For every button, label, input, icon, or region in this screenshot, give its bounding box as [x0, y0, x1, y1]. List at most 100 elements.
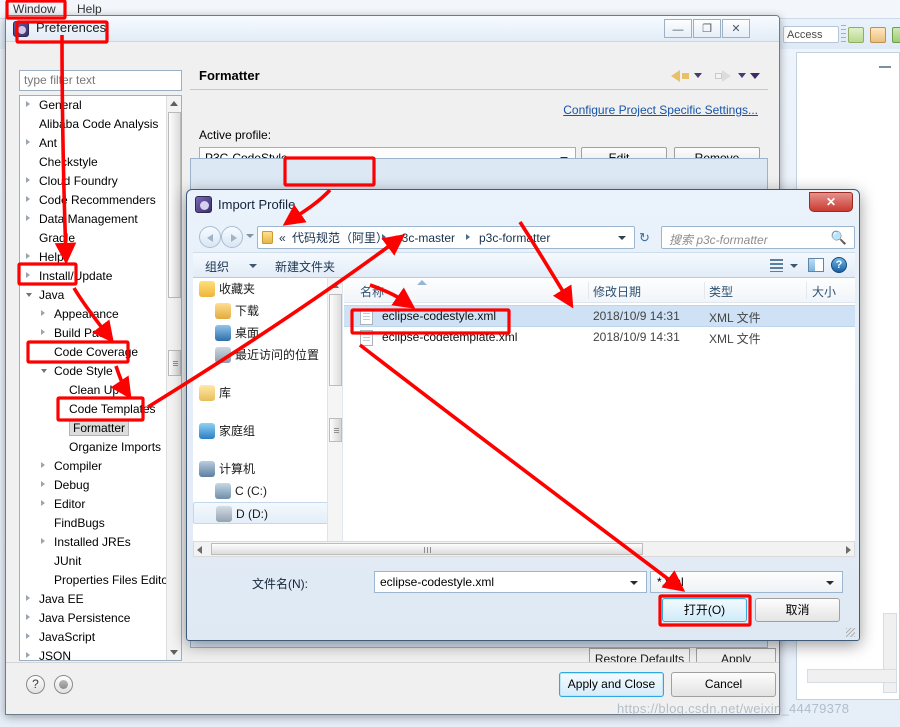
scroll-up-icon[interactable] — [331, 283, 339, 288]
import-dialog-close-button[interactable]: ✕ — [809, 192, 853, 212]
tree-item-code-coverage[interactable]: Code Coverage — [20, 343, 168, 362]
tree-item-organize-imports[interactable]: Organize Imports — [20, 438, 168, 457]
tree-item-debug[interactable]: Debug — [20, 476, 168, 495]
tree-item-gradle[interactable]: Gradle — [20, 229, 168, 248]
refresh-icon[interactable]: ↻ — [639, 230, 655, 246]
toolbar-drag-handle[interactable] — [841, 25, 846, 44]
help-icon[interactable]: ? — [831, 257, 847, 273]
column-header-date[interactable]: 修改日期 — [593, 283, 641, 300]
nav-item-homegroup[interactable]: 家庭组 — [193, 420, 342, 442]
nav-pane-scrollbar[interactable] — [327, 278, 342, 555]
chevron-right-icon[interactable] — [26, 101, 30, 107]
record-icon[interactable] — [54, 675, 73, 694]
filter-input[interactable]: type filter text — [19, 70, 182, 91]
resize-grip[interactable] — [846, 628, 855, 637]
tree-item-checkstyle[interactable]: Checkstyle — [20, 153, 168, 172]
chevron-right-icon[interactable] — [41, 481, 45, 487]
preferences-titlebar[interactable]: Preferences — ❐ ✕ — [6, 16, 779, 42]
apply-and-close-button[interactable]: Apply and Close — [559, 672, 664, 697]
scroll-left-icon[interactable] — [197, 546, 202, 554]
file-row[interactable]: eclipse-codetemplate.xml 2018/10/9 14:31 X… — [344, 327, 855, 349]
recent-locations-icon[interactable] — [246, 234, 254, 238]
chevron-right-icon[interactable] — [26, 177, 30, 183]
tree-item-appearance[interactable]: Appearance — [20, 305, 168, 324]
view-mode-chevron-icon[interactable] — [790, 264, 798, 268]
cancel-button[interactable]: Cancel — [671, 672, 776, 697]
editor-minimize-icon[interactable] — [879, 58, 891, 68]
explorer-nav-pane[interactable]: 收藏夹 下载 桌面 最近访问的位置库家庭组 计算机 C (C:) D (D:) — [193, 278, 343, 555]
breadcrumb-1[interactable]: p3c-master — [395, 231, 455, 246]
tree-item-code-style[interactable]: Code Style — [20, 362, 168, 381]
nav-item-recent[interactable]: 最近访问的位置 — [193, 344, 342, 366]
back-dropdown-icon[interactable] — [694, 73, 702, 78]
filename-input[interactable]: eclipse-codestyle.xml — [374, 571, 647, 593]
column-header-name[interactable]: 名称 — [360, 283, 384, 300]
chevron-down-icon[interactable] — [26, 293, 32, 297]
tree-scroll-thumb[interactable] — [168, 112, 181, 298]
column-divider-1[interactable] — [588, 282, 589, 299]
breadcrumb-2[interactable]: p3c-formatter — [479, 231, 550, 246]
tree-item-java-ee[interactable]: Java EE — [20, 590, 168, 609]
perspective-icon-1[interactable] — [848, 27, 864, 43]
chevron-right-icon[interactable] — [26, 595, 30, 601]
chevron-right-icon[interactable] — [26, 633, 30, 639]
scroll-up-icon[interactable] — [170, 101, 178, 106]
tree-item-compiler[interactable]: Compiler — [20, 457, 168, 476]
tree-item-alibaba-code-analysis[interactable]: Alibaba Code Analysis — [20, 115, 168, 134]
address-dropdown-icon[interactable] — [618, 236, 626, 240]
address-bar[interactable]: « 代码规范（阿里） p3c-master p3c-formatter — [257, 226, 635, 249]
chevron-right-icon[interactable] — [41, 462, 45, 468]
nav-scroll-thumb-grip[interactable] — [329, 418, 342, 442]
chevron-right-icon[interactable] — [26, 139, 30, 145]
perspective-icon-3[interactable] — [892, 27, 900, 43]
column-header-size[interactable]: 大小 — [812, 283, 836, 300]
tree-vertical-scrollbar[interactable] — [166, 96, 181, 660]
tree-scroll-thumb-grip[interactable] — [168, 350, 181, 376]
preferences-tree[interactable]: General Alibaba Code Analysis Ant Checkstyl… — [19, 95, 182, 661]
import-dialog-titlebar[interactable]: Import Profile ✕ — [187, 190, 859, 220]
chevron-right-icon[interactable] — [26, 272, 30, 278]
quick-access-field[interactable]: Access — [783, 26, 839, 43]
nav-item-desktop[interactable]: 桌面 — [193, 322, 342, 344]
nav-item-computer[interactable]: 计算机 — [193, 458, 342, 480]
chevron-right-icon[interactable] — [26, 652, 30, 658]
forward-dropdown-icon[interactable] — [738, 73, 746, 78]
file-row[interactable]: eclipse-codestyle.xml 2018/10/9 14:31 XML … — [344, 305, 855, 327]
forward-arrow-icon[interactable] — [722, 70, 731, 82]
help-icon[interactable]: ? — [26, 675, 45, 694]
chevron-right-icon[interactable] — [41, 329, 45, 335]
tree-item-build-path[interactable]: Build Path — [20, 324, 168, 343]
chevron-right-icon[interactable] — [41, 500, 45, 506]
tree-item-properties-files-editor[interactable]: Properties Files Editor — [20, 571, 172, 590]
tree-item-javascript[interactable]: JavaScript — [20, 628, 168, 647]
open-button[interactable]: 打开(O) — [662, 598, 747, 622]
tree-item-help[interactable]: Help — [20, 248, 168, 267]
tree-item-install-update[interactable]: Install/Update — [20, 267, 168, 286]
column-divider-2[interactable] — [704, 282, 705, 299]
file-list-hscroll-thumb[interactable] — [211, 543, 643, 555]
tree-item-clean-up[interactable]: Clean Up — [20, 381, 168, 400]
configure-project-settings-link[interactable]: Configure Project Specific Settings... — [563, 103, 758, 117]
tree-item-cloud-foundry[interactable]: Cloud Foundry — [20, 172, 168, 191]
tree-item-java-persistence[interactable]: Java Persistence — [20, 609, 168, 628]
editor-horizontal-scrollbar[interactable] — [807, 669, 897, 683]
nav-forward-button[interactable] — [221, 226, 243, 248]
tree-item-installed-jres[interactable]: Installed JREs — [20, 533, 168, 552]
organize-button[interactable]: 组织 — [205, 258, 229, 275]
tree-item-code-templates[interactable]: Code Templates — [20, 400, 168, 419]
tree-item-code-recommenders[interactable]: Code Recommenders — [20, 191, 168, 210]
chevron-right-icon[interactable] — [41, 310, 45, 316]
new-folder-button[interactable]: 新建文件夹 — [275, 258, 335, 275]
chevron-right-icon[interactable] — [26, 215, 30, 221]
back-arrow-icon[interactable] — [671, 70, 680, 82]
maximize-button[interactable]: ❐ — [693, 19, 721, 38]
chevron-right-icon[interactable] — [26, 196, 30, 202]
scroll-right-icon[interactable] — [846, 546, 851, 554]
nav-item-drive[interactable]: D (D:) — [193, 502, 342, 524]
tree-item-findbugs[interactable]: FindBugs — [20, 514, 168, 533]
page-menu-icon[interactable] — [750, 73, 760, 79]
tree-item-formatter[interactable]: Formatter — [20, 419, 168, 438]
tree-item-junit[interactable]: JUnit — [20, 552, 168, 571]
perspective-icon-2[interactable] — [870, 27, 886, 43]
column-divider-3[interactable] — [806, 282, 807, 299]
